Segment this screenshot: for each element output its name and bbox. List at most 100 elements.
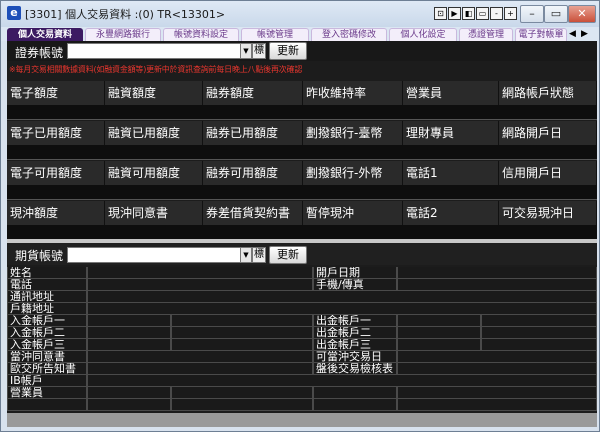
- stock-field-label: 電話1: [403, 161, 499, 185]
- stock-field-label: 營業員: [403, 81, 499, 105]
- futures-field-label: 當沖同意書: [7, 351, 87, 363]
- minimize-button[interactable]: –: [520, 5, 544, 23]
- stock-field-label: 劃撥銀行-臺幣: [303, 121, 403, 145]
- stock-value-row: [7, 185, 597, 200]
- futures-field-value: [481, 339, 597, 351]
- futures-field-label: 盤後交易檢核表: [313, 363, 397, 375]
- futures-account-bar: 期貨帳號 ▼ 標 更新: [7, 243, 597, 265]
- stock-field-label: 劃撥銀行-外幣: [303, 161, 403, 185]
- futures-field-value: [87, 315, 171, 327]
- futures-field-label: 電話: [7, 279, 87, 291]
- futures-field-value: [87, 279, 313, 291]
- tab-personalization[interactable]: 個人化設定: [389, 28, 457, 42]
- futures-field-label: 歐交所告知書: [7, 363, 87, 375]
- tab-certificate[interactable]: 憑證管理: [459, 28, 513, 42]
- futures-row: IB帳戶: [7, 375, 597, 387]
- status-bar: [7, 413, 597, 427]
- futures-account-label: 期貨帳號: [15, 249, 64, 263]
- tool-grow-icon[interactable]: +: [504, 7, 517, 20]
- stock-field-label: 融資額度: [105, 81, 203, 105]
- stock-value-row: [7, 105, 597, 120]
- stock-value-row: [7, 225, 597, 240]
- futures-field-label: 可當沖交易日: [313, 351, 397, 363]
- stock-row: 電子額度 融資額度 融券額度 昨收維持率 營業員 網路帳戶狀態: [7, 81, 597, 105]
- stock-field-label: 現沖額度: [7, 201, 105, 225]
- stock-field-label: 融資已用額度: [105, 121, 203, 145]
- tool-split-icon[interactable]: ◧: [462, 7, 475, 20]
- title-bar[interactable]: e [3301] 個人交易資料 :(0) TR<13301> ⊡ ▶ ◧ ▭ -…: [1, 1, 599, 27]
- futures-row: 通訊地址: [7, 291, 597, 303]
- tab-online-bank[interactable]: 永豐網路銀行: [85, 28, 161, 42]
- futures-field-value: [171, 339, 313, 351]
- futures-field-label: 戶籍地址: [7, 303, 87, 315]
- futures-field-value: [397, 279, 597, 291]
- futures-row: 姓名 開戶日期: [7, 267, 597, 279]
- futures-field-label: 手機/傳真: [313, 279, 397, 291]
- close-button[interactable]: ✕: [568, 5, 596, 23]
- futures-refresh-button[interactable]: 更新: [269, 246, 307, 264]
- futures-field-label: 入金帳戶三: [7, 339, 87, 351]
- tab-e-statement[interactable]: 電子對帳單: [515, 28, 567, 42]
- futures-field-value: [87, 339, 171, 351]
- tab-prev-icon[interactable]: ◀: [569, 28, 576, 41]
- securities-refresh-button[interactable]: 更新: [269, 42, 307, 60]
- futures-row: 戶籍地址: [7, 303, 597, 315]
- stock-field-label: 網路開戶日: [499, 121, 597, 145]
- tab-account-management[interactable]: 帳號管理: [241, 28, 309, 42]
- restore-button[interactable]: ▭: [544, 5, 568, 23]
- stock-field-label: 電子已用額度: [7, 121, 105, 145]
- window-title: [3301] 個人交易資料 :(0) TR<13301>: [25, 8, 226, 21]
- futures-field-value: [87, 327, 171, 339]
- stock-field-label: 電子額度: [7, 81, 105, 105]
- app-icon: e: [7, 6, 21, 20]
- main-panel: 證券帳號 ▼ 標 更新 ※每月交易相關數據資料(如融資金額等)更新中於資訊查詢前…: [7, 41, 597, 427]
- securities-account-bar: 證券帳號 ▼ 標 更新: [7, 41, 597, 61]
- futures-row: 入金帳戶三 出金帳戶三: [7, 339, 597, 351]
- futures-account-input[interactable]: [67, 247, 241, 263]
- stock-field-label: 可交易現沖日: [499, 201, 597, 225]
- tab-next-icon[interactable]: ▶: [581, 28, 588, 41]
- tool-shrink-icon[interactable]: -: [490, 7, 503, 20]
- futures-field-value: [87, 267, 313, 279]
- futures-field-label: 出金帳戶二: [313, 327, 397, 339]
- futures-field-label: 通訊地址: [7, 291, 87, 303]
- warning-notice: ※每月交易相關數據資料(如融資金額等)更新中於資訊查詢前每日晚上八點後再次確認: [9, 65, 303, 74]
- stock-row: 現沖額度 現沖同意書 券差借貨契約書 暫停現沖 電話2 可交易現沖日: [7, 201, 597, 225]
- securities-extra-button[interactable]: 標: [252, 43, 266, 59]
- futures-dropdown-icon[interactable]: ▼: [240, 247, 252, 263]
- tab-bar: 個人交易資料 永豐網路銀行 帳號資料設定 帳號管理 登入密碼修改 個人化設定 憑…: [1, 27, 599, 42]
- futures-field-value: [171, 327, 313, 339]
- futures-field-value: [397, 351, 597, 363]
- futures-row: 當沖同意書 可當沖交易日: [7, 351, 597, 363]
- futures-field-label: [7, 399, 87, 411]
- stock-field-label: 融券額度: [203, 81, 303, 105]
- futures-extra-button[interactable]: 標: [252, 247, 266, 263]
- futures-field-value: [481, 327, 597, 339]
- futures-field-value: [313, 387, 397, 399]
- futures-field-value: [397, 399, 597, 411]
- futures-row: 電話 手機/傳真: [7, 279, 597, 291]
- tool-play-icon[interactable]: ▶: [448, 7, 461, 20]
- stock-row: 電子已用額度 融資已用額度 融券已用額度 劃撥銀行-臺幣 理財專員 網路開戶日: [7, 121, 597, 145]
- securities-dropdown-icon[interactable]: ▼: [240, 43, 252, 59]
- tab-personal-trading-data[interactable]: 個人交易資料: [7, 28, 83, 42]
- futures-field-label: 開戶日期: [313, 267, 397, 279]
- stock-field-label: 券差借貨契約書: [203, 201, 303, 225]
- tool-window-icon[interactable]: ⊡: [434, 7, 447, 20]
- futures-row: 入金帳戶一 出金帳戶一: [7, 315, 597, 327]
- securities-account-label: 證券帳號: [15, 46, 64, 60]
- securities-account-input[interactable]: [67, 43, 241, 59]
- futures-field-label: 入金帳戶一: [7, 315, 87, 327]
- futures-field-label: 營業員: [7, 387, 87, 399]
- futures-field-value: [87, 387, 171, 399]
- stock-field-label: 信用開戶日: [499, 161, 597, 185]
- tool-frame-icon[interactable]: ▭: [476, 7, 489, 20]
- futures-row: [7, 399, 597, 411]
- futures-info-grid: 姓名 開戶日期 電話 手機/傳真 通訊地址 戶籍地址 入金帳戶一 出金帳戶一 入…: [7, 267, 597, 411]
- futures-field-value: [171, 315, 313, 327]
- stock-field-label: 理財專員: [403, 121, 499, 145]
- tab-account-settings[interactable]: 帳號資料設定: [163, 28, 239, 42]
- securities-info-grid: 電子額度 融資額度 融券額度 昨收維持率 營業員 網路帳戶狀態 電子已用額度 融…: [7, 81, 597, 240]
- tab-password-change[interactable]: 登入密碼修改: [311, 28, 387, 42]
- stock-field-label: 電話2: [403, 201, 499, 225]
